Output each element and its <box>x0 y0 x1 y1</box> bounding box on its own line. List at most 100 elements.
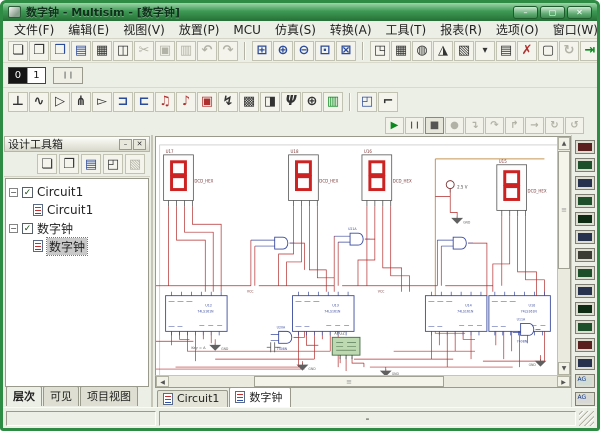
ground-symbol[interactable]: GND <box>209 343 229 351</box>
vertical-scroll-thumb[interactable]: ≡ <box>558 151 570 269</box>
spectrum-analyzer-icon[interactable] <box>574 356 595 370</box>
clear-breakpoints-button[interactable]: ↺ <box>565 116 584 134</box>
horizontal-scroll-track[interactable] <box>169 376 254 387</box>
menu-transfer[interactable]: 转换(A) <box>323 20 379 39</box>
horizontal-scrollbar[interactable]: ◀ ≡ ▶ <box>155 375 571 388</box>
pause-button[interactable]: ❙❙ <box>405 116 424 134</box>
advanced-peripherals-button[interactable]: ◨ <box>260 91 280 112</box>
resize-grip[interactable] <box>579 410 594 426</box>
set-breakpoint-button[interactable]: ↻ <box>545 116 564 134</box>
toolbox-close-button[interactable]: ✕ <box>133 138 146 150</box>
misc-digital-components-button[interactable]: ♫ <box>155 91 175 112</box>
power-components-button[interactable]: ↯ <box>218 91 238 112</box>
back-annotate-button[interactable]: ↻ <box>559 40 579 61</box>
grapher-dropdown-button[interactable]: ▾ <box>475 40 495 61</box>
sheet-tab-clock[interactable]: 数字钟 <box>229 387 292 407</box>
bode-plotter-icon[interactable] <box>574 230 595 244</box>
oscilloscope-icon[interactable] <box>574 194 595 208</box>
diode-components-button[interactable]: ▷ <box>50 91 70 112</box>
menu-mcu[interactable]: MCU <box>226 22 268 38</box>
spreadsheet-view-button[interactable]: ▦ <box>391 40 411 61</box>
zoom-sheet-button[interactable]: ⊡ <box>315 40 335 61</box>
print-button[interactable]: ▦ <box>92 40 112 61</box>
zoom-area-button[interactable]: ⊞ <box>252 40 272 61</box>
tree-node-circuit1[interactable]: − ✓ Circuit1 <box>9 183 145 201</box>
source-components-button[interactable]: ⊥ <box>8 91 28 112</box>
electrical-rules-check-button[interactable]: ✗ <box>517 40 537 61</box>
seven-segment-display[interactable]: U18 DCD_HEX <box>288 149 339 207</box>
checkbox-icon[interactable]: ✓ <box>22 186 33 198</box>
seven-segment-display[interactable]: U15 DCD_HEX <box>496 159 547 217</box>
iv-analyzer-icon[interactable] <box>574 320 595 334</box>
component-wizard-button[interactable]: ◮ <box>433 40 453 61</box>
open-sample-button[interactable]: ❒ <box>50 40 70 61</box>
ground-symbol[interactable]: GND <box>529 359 547 367</box>
multimeter-icon[interactable] <box>574 140 595 154</box>
maximize-button[interactable]: ▢ <box>540 5 565 19</box>
transistor-components-button[interactable]: ⋔ <box>71 91 91 112</box>
indicator-components-button[interactable]: ▣ <box>197 91 217 112</box>
basic-components-button[interactable]: ∿ <box>29 91 49 112</box>
database-manager-button[interactable]: ◍ <box>412 40 432 61</box>
scroll-left-button[interactable]: ◀ <box>156 376 169 387</box>
scroll-right-button[interactable]: ▶ <box>557 376 570 387</box>
menu-view[interactable]: 视图(V) <box>116 20 172 39</box>
function-generator-icon[interactable] <box>574 158 595 172</box>
menu-simulate[interactable]: 仿真(S) <box>268 20 323 39</box>
and-gate[interactable] <box>274 236 295 250</box>
agilent-function-generator-icon[interactable]: AG <box>574 374 595 388</box>
counter-ic[interactable]: U12 74LS161N <box>165 291 228 336</box>
counter-ic[interactable]: U13 74LS161N <box>292 291 355 336</box>
bus-button[interactable]: ⌐ <box>378 91 398 112</box>
four-channel-oscilloscope-icon[interactable] <box>574 212 595 226</box>
collapse-icon[interactable]: − <box>9 187 18 197</box>
distortion-analyzer-icon[interactable] <box>574 338 595 352</box>
pause-simulation-button[interactable]: ❙❙ <box>53 66 83 84</box>
redo-button[interactable]: ↷ <box>218 40 238 61</box>
word-generator-icon[interactable] <box>574 266 595 280</box>
scroll-up-button[interactable]: ▲ <box>558 137 570 150</box>
analog-components-button[interactable]: ▻ <box>92 91 112 112</box>
counter-ic[interactable]: U14 74LS161N <box>424 291 488 336</box>
counter-ic[interactable]: U10 74LS161N <box>488 291 551 336</box>
menu-window[interactable]: 窗口(W) <box>546 20 597 39</box>
toolbox-minimize-button[interactable]: – <box>119 138 132 150</box>
menu-options[interactable]: 选项(O) <box>489 20 546 39</box>
print-preview-button[interactable]: ◫ <box>113 40 133 61</box>
stop-button[interactable]: ■ <box>425 116 444 134</box>
tab-hierarchy[interactable]: 层次 <box>6 386 42 406</box>
schematic-canvas[interactable]: U17 DCD_HEX U18 DCD_HEX U16 DCD_HEX U15 … <box>156 137 557 375</box>
electromechanical-components-button[interactable]: ⊕ <box>302 91 322 112</box>
run-stop-switch[interactable]: 0 1 <box>8 66 46 84</box>
agilent-oscilloscope-icon[interactable]: AG <box>574 392 595 406</box>
frequency-counter-icon[interactable] <box>574 248 595 262</box>
seven-segment-display[interactable]: U16 DCD_HEX <box>361 149 412 207</box>
menu-reports[interactable]: 报表(R) <box>433 20 489 39</box>
hierarchy-button[interactable]: ◳ <box>370 40 390 61</box>
menu-edit[interactable]: 编辑(E) <box>61 20 116 39</box>
rf-components-button[interactable]: Ψ <box>281 91 301 112</box>
zoom-in-button[interactable]: ⊕ <box>273 40 293 61</box>
cut-button[interactable]: ✂ <box>134 40 154 61</box>
save-button[interactable]: ▤ <box>71 40 91 61</box>
record-button[interactable]: ● <box>445 116 464 134</box>
step-over-button[interactable]: ↷ <box>485 116 504 134</box>
seven-segment-display[interactable]: U17 DCD_HEX <box>163 149 214 207</box>
menu-file[interactable]: 文件(F) <box>7 20 61 39</box>
cmos-components-button[interactable]: ⊏ <box>134 91 154 112</box>
vertical-scrollbar[interactable]: ▲ ≡ ▼ <box>557 137 570 375</box>
minimize-button[interactable]: – <box>513 5 538 19</box>
logic-converter-icon[interactable] <box>574 302 595 316</box>
undo-button[interactable]: ↶ <box>197 40 217 61</box>
transfer-ultiboard-button[interactable]: ⇥ <box>580 40 597 61</box>
sheet-tab-circuit1[interactable]: Circuit1 <box>157 390 229 407</box>
tab-project-view[interactable]: 项目视图 <box>80 386 138 406</box>
and-gate[interactable] <box>452 236 474 250</box>
step-into-button[interactable]: ↴ <box>465 116 484 134</box>
toolbox-open-button[interactable]: ❐ <box>59 154 79 174</box>
run-button[interactable]: ▶ <box>385 116 404 134</box>
zoom-full-button[interactable]: ⊠ <box>336 40 356 61</box>
step-out-button[interactable]: ↱ <box>505 116 524 134</box>
toolbox-new-folder-button[interactable]: ◰ <box>103 154 123 174</box>
logic-analyzer-icon[interactable] <box>574 284 595 298</box>
